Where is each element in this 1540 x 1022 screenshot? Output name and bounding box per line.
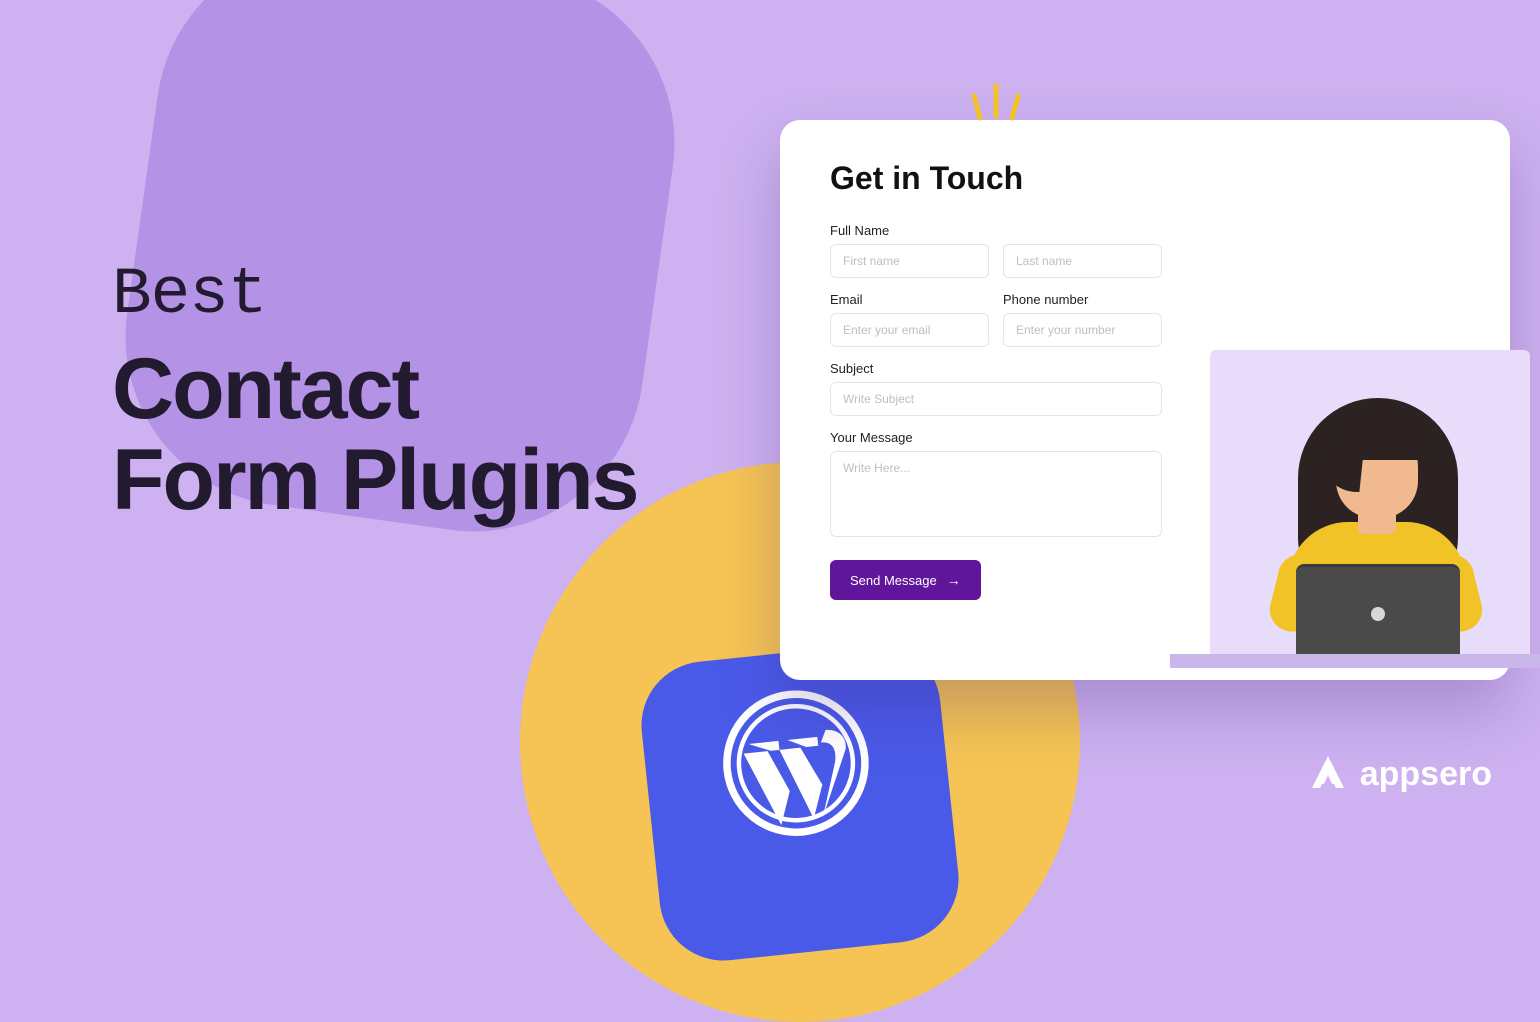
spark-icon	[970, 78, 1022, 126]
phone-label: Phone number	[1003, 292, 1162, 307]
headline-line-1: Best	[112, 260, 637, 330]
send-message-button[interactable]: Send Message →	[830, 560, 981, 600]
laptop-icon	[1296, 564, 1460, 660]
phone-input[interactable]	[1003, 313, 1162, 347]
subject-label: Subject	[830, 361, 1162, 376]
email-label: Email	[830, 292, 989, 307]
contact-form-card: Get in Touch Full Name Email Phone numbe…	[780, 120, 1510, 680]
brand-logo: appsero	[1308, 754, 1492, 794]
send-button-label: Send Message	[850, 573, 937, 588]
headline-line-2: Contact	[112, 344, 637, 435]
form-title: Get in Touch	[830, 160, 1460, 197]
message-textarea[interactable]	[830, 451, 1162, 537]
brand-name: appsero	[1360, 755, 1492, 794]
appsero-icon	[1308, 754, 1348, 794]
arrow-right-icon: →	[947, 572, 961, 588]
lastname-input[interactable]	[1003, 244, 1162, 278]
wordpress-badge	[635, 637, 965, 967]
illustration-panel	[1210, 350, 1530, 660]
person-illustration	[1250, 380, 1500, 660]
wordpress-icon	[713, 681, 878, 846]
firstname-input[interactable]	[830, 244, 989, 278]
fullname-label: Full Name	[830, 223, 1162, 238]
headline-line-3: Form Plugins	[112, 435, 637, 526]
subject-input[interactable]	[830, 382, 1162, 416]
email-input[interactable]	[830, 313, 989, 347]
message-label: Your Message	[830, 430, 1162, 445]
headline: Best Contact Form Plugins	[112, 260, 637, 526]
